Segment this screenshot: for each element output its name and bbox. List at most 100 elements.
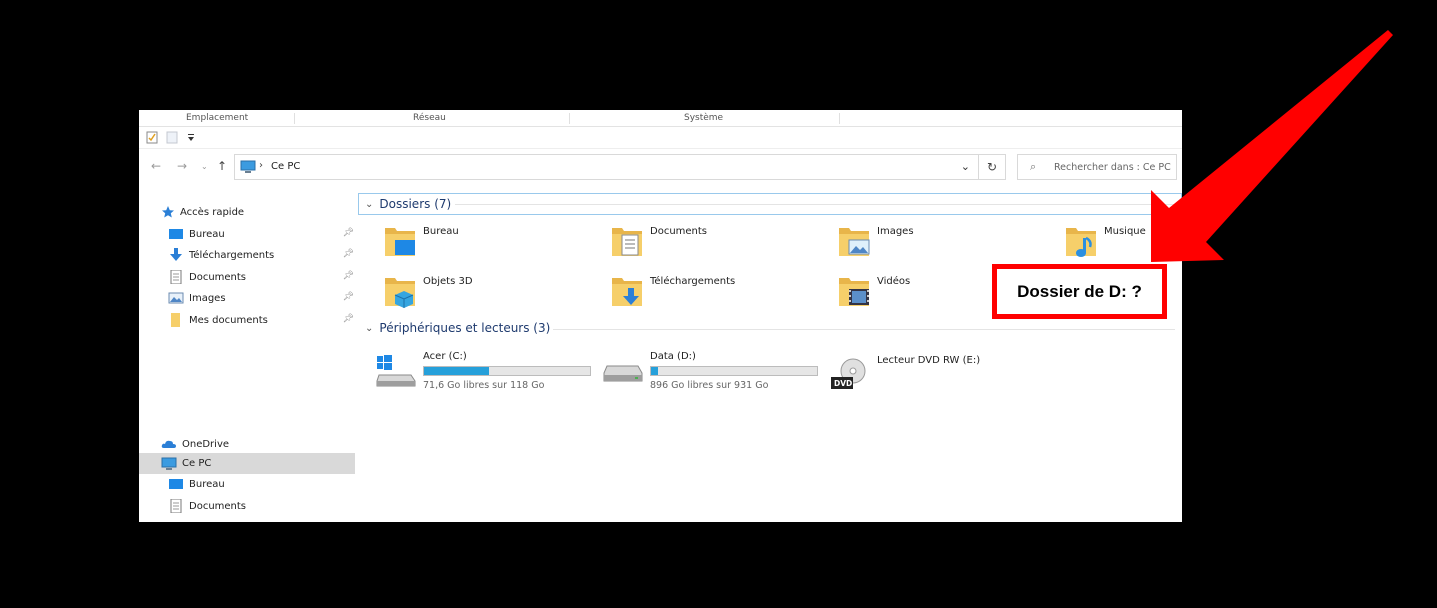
refresh-icon: ↻ (986, 160, 998, 174)
address-bar[interactable]: › Ce PC ⌄ (234, 154, 979, 180)
folder-icon (171, 313, 180, 327)
sidebar-item-ce-pc-documents[interactable]: Documents (168, 496, 354, 516)
folder-bureau[interactable]: Bureau (383, 222, 603, 266)
drive-usage-bar (650, 366, 818, 376)
sidebar-item-ce-pc-bureau[interactable]: Bureau (168, 474, 354, 494)
drive-e-dvd[interactable]: DVD Lecteur DVD RW (E:) (829, 351, 1049, 395)
folder-label: Vidéos (877, 276, 911, 287)
folder-documents[interactable]: Documents (610, 222, 830, 266)
pin-icon[interactable]: 📌︎ (343, 249, 354, 259)
drive-free-space: 71,6 Go libres sur 118 Go (423, 380, 545, 391)
sidebar-item-label: Bureau (189, 478, 225, 490)
folder-label: Téléchargements (650, 276, 736, 287)
sidebar-item-label: Ce PC (182, 458, 212, 469)
sidebar-item-label: Mes documents (189, 314, 268, 326)
ribbon-group-emplacement: Emplacement (186, 113, 249, 123)
annotation-text: Dossier de D: ? (1017, 281, 1142, 301)
pin-icon[interactable]: 📌︎ (343, 292, 354, 302)
drive-name: Data (D:) (650, 351, 696, 362)
drive-name: Lecteur DVD RW (E:) (877, 355, 981, 366)
refresh-button[interactable]: ↻ (979, 154, 1006, 180)
drive-d[interactable]: Data (D:) 896 Go libres sur 931 Go (602, 351, 822, 395)
properties-checkbox-icon[interactable] (146, 131, 158, 144)
sidebar-item-onedrive[interactable]: OneDrive (161, 434, 341, 454)
pin-icon[interactable]: 📌︎ (343, 271, 354, 281)
folder-label: Bureau (423, 226, 459, 237)
sidebar-item-telechargements[interactable]: Téléchargements 📌︎ (168, 245, 354, 265)
sidebar-item-label: OneDrive (182, 438, 230, 450)
downloads-folder-icon (612, 278, 642, 306)
folder-label: Musique (1104, 226, 1146, 237)
sidebar-item-bureau[interactable]: Bureau 📌︎ (168, 224, 354, 244)
folder-telechargements[interactable]: Téléchargements (610, 272, 830, 316)
desktop-folder-icon (385, 228, 415, 256)
sidebar-item-mes-documents[interactable]: Mes documents 📌︎ (168, 310, 354, 330)
annotation-callout: Dossier de D: ? (992, 264, 1167, 319)
content-pane: ⌄ Dossiers (7) Bureau Documents Images M… (355, 184, 1182, 522)
hard-drive-icon (603, 365, 643, 382)
drive-usage-fill (424, 367, 489, 375)
search-box[interactable]: ⌕ Rechercher dans : Ce PC (1017, 154, 1177, 180)
3d-objects-folder-icon (385, 278, 415, 308)
group-header-dossiers[interactable]: ⌄ Dossiers (7) (365, 197, 451, 211)
folder-label: Images (877, 226, 914, 237)
documents-folder-icon (612, 228, 642, 256)
desktop-icon (169, 229, 183, 239)
group-divider (553, 329, 1175, 330)
sidebar-item-label: Documents (189, 271, 247, 283)
folder-label: Objets 3D (423, 276, 473, 287)
sidebar-item-quick-access[interactable]: Accès rapide (161, 202, 341, 222)
recent-locations-icon[interactable]: ⌄ (201, 162, 208, 171)
new-folder-icon[interactable] (166, 131, 178, 144)
windows-drive-icon (376, 355, 416, 387)
picture-icon (168, 292, 184, 304)
drive-name: Acer (C:) (423, 351, 467, 362)
sidebar-item-images[interactable]: Images 📌︎ (168, 288, 354, 308)
this-pc-icon (161, 457, 177, 470)
address-dropdown-icon[interactable]: ⌄ (961, 160, 970, 173)
desktop-icon (169, 479, 183, 489)
quick-access-toolbar (139, 127, 1182, 149)
ribbon-group-systeme: Système (684, 113, 724, 123)
folder-images[interactable]: Images (837, 222, 1057, 266)
sidebar-item-label: Accès rapide (180, 206, 245, 218)
sidebar-item-label: Téléchargements (189, 249, 275, 261)
up-arrow-icon[interactable]: ↑ (217, 159, 227, 173)
forward-arrow-icon[interactable]: → (177, 159, 187, 173)
back-arrow-icon[interactable]: ← (151, 159, 161, 173)
ribbon-group-reseau: Réseau (413, 113, 446, 123)
pictures-folder-icon (839, 228, 870, 256)
document-icon (170, 270, 182, 284)
group-header-peripheriques[interactable]: ⌄ Périphériques et lecteurs (3) (365, 321, 550, 335)
folder-label: Documents (650, 226, 708, 237)
collapse-chevron-icon[interactable]: ⌄ (365, 199, 373, 210)
sidebar-item-documents[interactable]: Documents 📌︎ (168, 267, 354, 287)
folder-musique[interactable]: Musique (1064, 222, 1174, 266)
ribbon-group-labels: Emplacement Réseau Système (139, 110, 1182, 127)
folder-objets-3d[interactable]: Objets 3D (383, 272, 603, 316)
this-pc-icon (240, 160, 256, 173)
ribbon-separator (294, 113, 295, 124)
group-header-label: Dossiers (7) (379, 197, 452, 211)
group-divider (455, 204, 1175, 205)
drive-c[interactable]: Acer (C:) 71,6 Go libres sur 118 Go (375, 351, 595, 395)
customize-toolbar-icon[interactable] (187, 134, 195, 142)
navigation-bar: ← → ⌄ ↑ › Ce PC ⌄ ↻ ⌕ Rechercher dans : … (139, 150, 1182, 184)
videos-folder-icon (839, 278, 869, 306)
pin-icon[interactable]: 📌︎ (343, 228, 354, 238)
breadcrumb-chevron-icon: › (259, 160, 263, 171)
search-icon: ⌕ (1030, 160, 1037, 173)
breadcrumb-this-pc[interactable]: Ce PC (271, 161, 300, 172)
sidebar-item-label: Documents (189, 500, 247, 512)
group-header-label: Périphériques et lecteurs (3) (379, 321, 551, 335)
download-arrow-icon (170, 248, 182, 261)
document-icon (170, 499, 182, 513)
collapse-chevron-icon[interactable]: ⌄ (365, 323, 373, 334)
pin-icon[interactable]: 📌︎ (343, 314, 354, 324)
ribbon-separator (569, 113, 570, 124)
sidebar-item-ce-pc[interactable]: Ce PC (139, 453, 355, 474)
ribbon-separator (839, 113, 840, 124)
music-folder-icon (1066, 228, 1096, 257)
drive-free-space: 896 Go libres sur 931 Go (650, 380, 769, 391)
cloud-icon (161, 440, 176, 448)
